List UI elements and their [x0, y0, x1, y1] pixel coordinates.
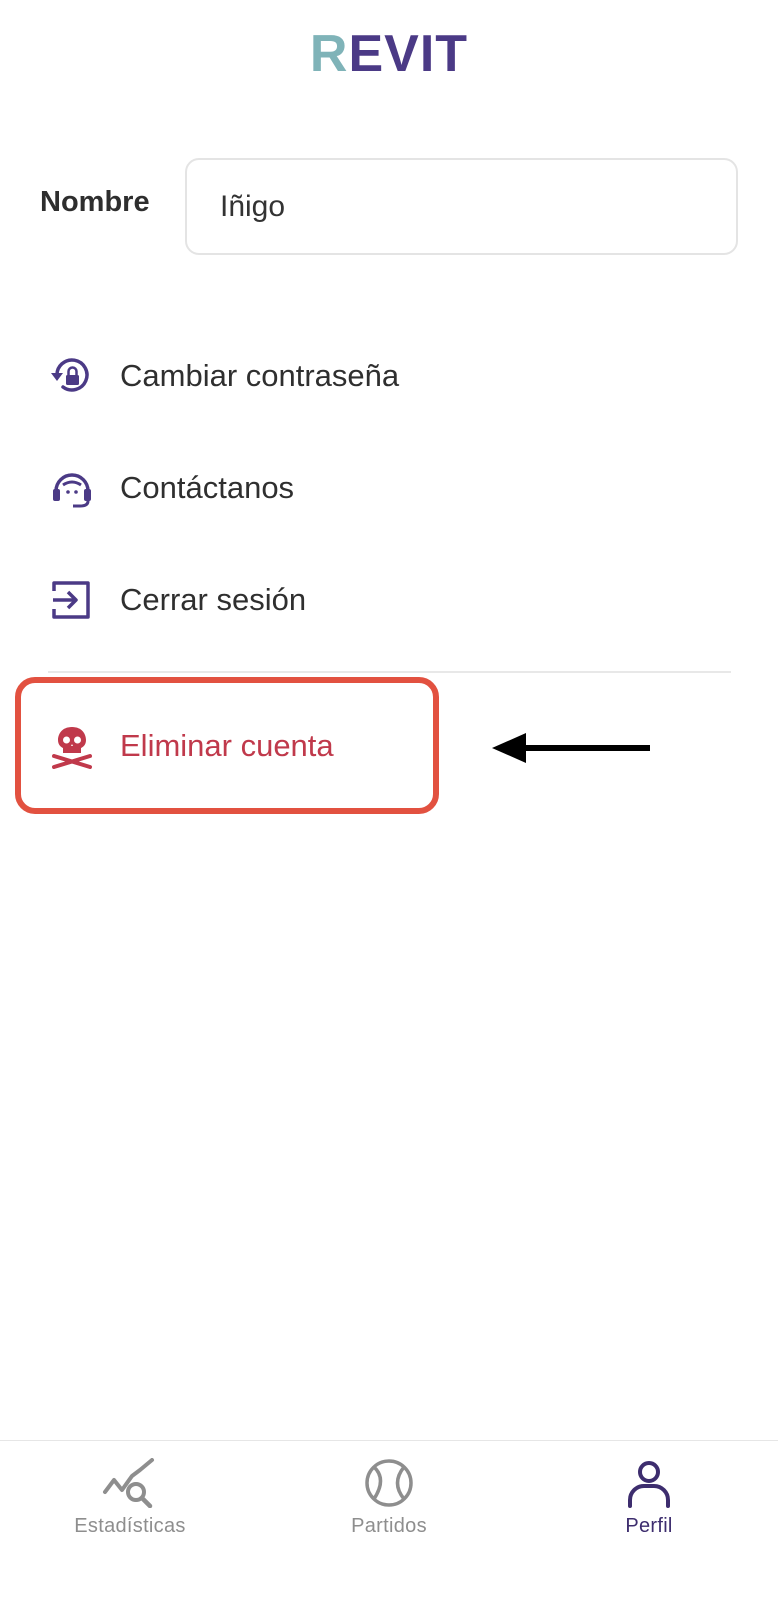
- logo-text: EVIT: [348, 25, 469, 83]
- lock-reset-icon: [40, 344, 104, 408]
- tab-label: Estadísticas: [74, 1515, 186, 1537]
- name-label: Nombre: [40, 186, 150, 218]
- logout-button[interactable]: Cerrar sesión: [40, 560, 730, 640]
- logout-label: Cerrar sesión: [120, 582, 307, 617]
- highlight-box: [15, 677, 439, 814]
- tab-label: Partidos: [351, 1515, 427, 1537]
- logout-icon: [40, 568, 104, 632]
- headset-icon: [40, 456, 104, 520]
- menu-divider: [48, 671, 731, 673]
- app-logo: REVIT: [0, 24, 778, 84]
- tab-perfil[interactable]: Perfil: [549, 1453, 749, 1538]
- change-password-label: Cambiar contraseña: [120, 358, 400, 393]
- tab-estadisticas[interactable]: Estadísticas: [30, 1453, 230, 1538]
- name-input[interactable]: Iñigo: [185, 158, 738, 255]
- change-password-button[interactable]: Cambiar contraseña: [40, 336, 730, 416]
- arrow-left-icon: [492, 733, 650, 763]
- tennis-ball-icon: [289, 1453, 489, 1513]
- contact-us-button[interactable]: Contáctanos: [40, 448, 730, 528]
- contact-us-label: Contáctanos: [120, 470, 295, 505]
- stats-search-icon: [30, 1453, 230, 1513]
- logo-letter-r: R: [309, 25, 349, 83]
- tab-label: Perfil: [625, 1515, 673, 1537]
- bottom-tab-bar: Estadísticas Partidos Perfil: [0, 1440, 778, 1600]
- user-icon: [549, 1453, 749, 1513]
- tab-partidos[interactable]: Partidos: [289, 1453, 489, 1538]
- profile-screen: REVIT Nombre Iñigo Cambiar contraseña Co…: [0, 0, 778, 1600]
